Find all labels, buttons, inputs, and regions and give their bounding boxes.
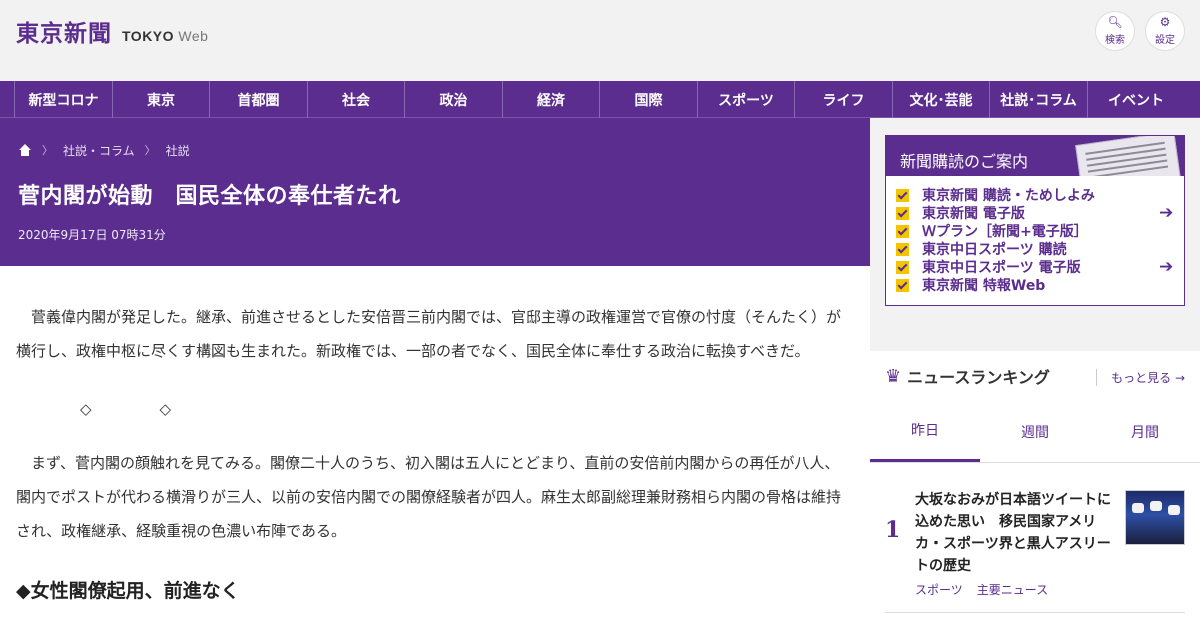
- tab-weekly[interactable]: 週間: [980, 401, 1090, 462]
- ranking-tags: スポーツ 主要ニュース: [915, 581, 1062, 598]
- settings-button[interactable]: ⚙︎ 設定: [1145, 11, 1185, 51]
- article-header: 〉 社説・コラム 〉 社説 菅内閣が始動 国民全体の奉仕者たれ 2020年9月1…: [0, 118, 870, 266]
- ranking-title: ニュースランキング: [907, 368, 1050, 387]
- tab-yesterday[interactable]: 昨日: [870, 401, 980, 462]
- nav-item-tokyo[interactable]: 東京: [112, 81, 209, 118]
- section-divider: ◇ ◇: [80, 400, 172, 418]
- check-icon: [896, 260, 909, 274]
- subscription-item[interactable]: 東京新聞 電子版 ➔: [896, 203, 1184, 223]
- subscription-item[interactable]: 東京新聞 特報Web: [896, 276, 1184, 294]
- article-paragraph: まず、菅内閣の顔触れを見てみる。閣僚二十人のうち、初入閣は五人にとどまり、直前の…: [16, 454, 842, 540]
- nav-item-metro[interactable]: 首都圏: [209, 81, 307, 118]
- site-logo[interactable]: 東京新聞 TOKYO Web: [16, 14, 209, 47]
- tab-monthly[interactable]: 月間: [1090, 401, 1200, 462]
- logo-en: TOKYO Web: [122, 28, 209, 44]
- nav-item-politics[interactable]: 政治: [404, 81, 502, 118]
- subscription-header: 新聞購読のご案内: [886, 136, 1184, 176]
- crown-icon: ♛: [885, 365, 902, 387]
- gear-icon: ⚙︎: [1159, 15, 1171, 29]
- check-icon: [896, 188, 909, 202]
- page-title: 菅内閣が始動 国民全体の奉仕者たれ: [18, 184, 401, 209]
- breadcrumb: 〉 社説・コラム 〉 社説: [18, 142, 854, 158]
- chevron-right-icon: 〉: [144, 144, 156, 157]
- login-icon[interactable]: ➔: [1159, 257, 1173, 277]
- nav-item-editorial[interactable]: 社説･コラム: [989, 81, 1087, 118]
- settings-label: 設定: [1155, 35, 1175, 46]
- search-label: 検索: [1105, 35, 1125, 46]
- check-icon: [896, 242, 909, 256]
- ranking-tabs: 昨日 週間 月間: [870, 401, 1200, 463]
- home-icon[interactable]: [18, 144, 32, 156]
- nav-item-events[interactable]: イベント: [1087, 81, 1184, 118]
- subscription-item[interactable]: Ｗプラン［新聞+電子版］: [896, 222, 1184, 240]
- search-icon: 🔍︎: [1107, 15, 1123, 29]
- check-icon: [896, 224, 909, 238]
- sidebar: 新聞購読のご案内 東京新聞 購読・ためしよみ 東京新聞 電子版 ➔ Ｗプラン［新…: [870, 118, 1200, 630]
- newspaper-illustration: [1075, 136, 1181, 176]
- article-paragraph: 菅義偉内閣が発足した。継承、前進させるとした安倍晋三前内閣では、官邸主導の政権運…: [16, 308, 842, 360]
- article-body: 菅義偉内閣が発足した。継承、前進させるとした安倍晋三前内閣では、官邸主導の政権運…: [0, 266, 870, 630]
- subscription-item[interactable]: 東京新聞 購読・ためしよみ: [896, 186, 1184, 204]
- nav-item-world[interactable]: 国際: [599, 81, 697, 118]
- tag-link[interactable]: スポーツ: [915, 581, 963, 598]
- main-nav: 新型コロナ 東京 首都圏 社会 政治 経済 国際 スポーツ ライフ 文化･芸能 …: [0, 81, 1200, 118]
- breadcrumb-shasetsu[interactable]: 社説: [166, 142, 190, 159]
- article-subheading: ◆女性閣僚起用、前進なく: [16, 580, 240, 602]
- site-header: 東京新聞 TOKYO Web 🔍︎ 検索 ⚙︎ 設定: [0, 0, 1200, 81]
- login-icon[interactable]: ➔: [1159, 203, 1173, 223]
- breadcrumb-editorial[interactable]: 社説・コラム: [63, 142, 135, 159]
- nav-item-society[interactable]: 社会: [307, 81, 404, 118]
- ranking-header: ♛ ニュースランキング もっと見る →: [870, 351, 1200, 401]
- subscription-title: 新聞購読のご案内: [900, 152, 1029, 171]
- ranking-item[interactable]: 1 大坂なおみが日本語ツイートに込めた思い 移民国家アメリカ・スポーツ界と黒人ア…: [885, 463, 1185, 613]
- check-icon: [896, 278, 909, 292]
- ranking-item-title[interactable]: 大坂なおみが日本語ツイートに込めた思い 移民国家アメリカ・スポーツ界と黒人アスリ…: [915, 489, 1115, 577]
- subscription-item[interactable]: 東京中日スポーツ 電子版 ➔: [896, 257, 1184, 277]
- check-icon: [896, 206, 909, 220]
- nav-item-corona[interactable]: 新型コロナ: [14, 81, 112, 118]
- news-ranking: ♛ ニュースランキング もっと見る → 昨日 週間 月間 1 大坂なおみが日本語…: [870, 351, 1200, 630]
- nav-item-culture[interactable]: 文化･芸能: [892, 81, 989, 118]
- chevron-right-icon: 〉: [42, 144, 53, 157]
- subscription-list: 東京新聞 購読・ためしよみ 東京新聞 電子版 ➔ Ｗプラン［新聞+電子版］ 東京…: [886, 176, 1184, 294]
- search-button[interactable]: 🔍︎ 検索: [1095, 11, 1135, 51]
- subscription-item[interactable]: 東京中日スポーツ 購読: [896, 240, 1184, 258]
- tag-link[interactable]: 主要ニュース: [977, 581, 1048, 598]
- subscription-box: 新聞購読のご案内 東京新聞 購読・ためしよみ 東京新聞 電子版 ➔ Ｗプラン［新…: [885, 135, 1185, 306]
- more-link[interactable]: もっと見る →: [1096, 369, 1185, 386]
- nav-item-sports[interactable]: スポーツ: [697, 81, 794, 118]
- article-thumbnail[interactable]: [1125, 490, 1185, 545]
- rank-number: 1: [885, 517, 901, 543]
- article-date: 2020年9月17日 07時31分: [18, 228, 166, 242]
- arrow-right-icon: →: [1174, 371, 1185, 385]
- logo-jp: 東京新聞: [16, 20, 112, 47]
- nav-item-life[interactable]: ライフ: [794, 81, 892, 118]
- nav-item-economy[interactable]: 経済: [502, 81, 599, 118]
